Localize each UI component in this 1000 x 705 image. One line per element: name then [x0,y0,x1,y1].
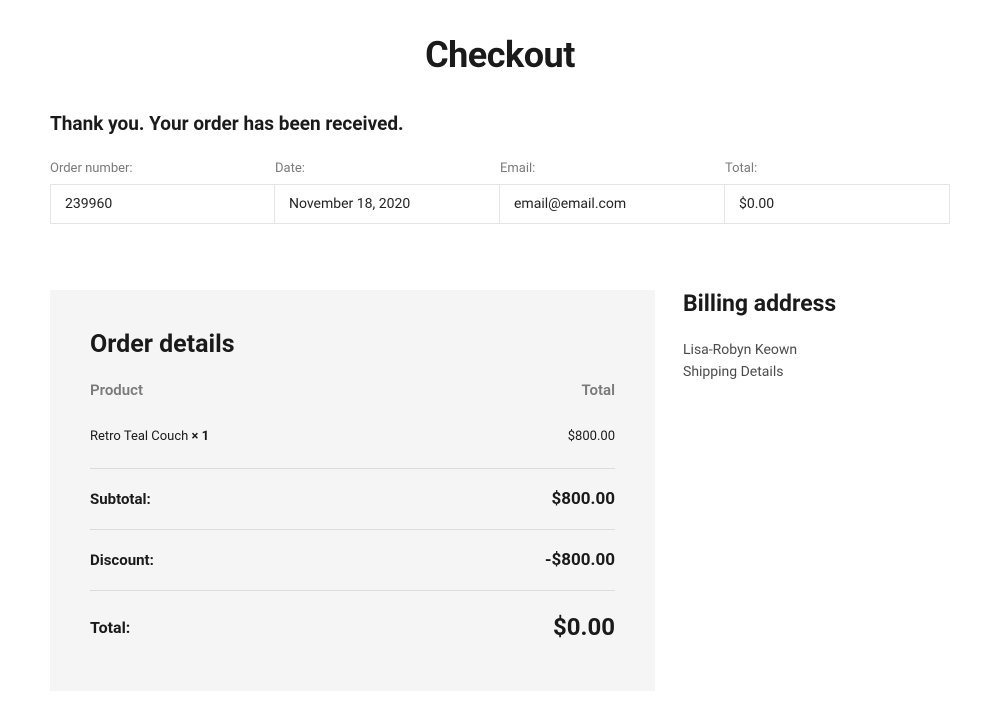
order-item-name: Retro Teal Couch × 1 [90,429,209,444]
discount-row: Discount: -$800.00 [90,530,615,591]
order-summary-row: Order number: 239960 Date: November 18, … [50,161,950,224]
total-value: $0.00 [553,613,615,641]
summary-order-number-value: 239960 [50,184,275,224]
total-row: Total: $0.00 [90,591,615,641]
order-item-name-text: Retro Teal Couch [90,429,188,444]
col-total: Total [581,381,615,399]
subtotal-label: Subtotal: [90,490,151,508]
summary-total: Total: $0.00 [725,161,950,224]
summary-total-value: $0.00 [725,184,950,224]
summary-date: Date: November 18, 2020 [275,161,500,224]
summary-order-number-label: Order number: [50,161,275,176]
subtotal-row: Subtotal: $800.00 [90,469,615,530]
billing-address-panel: Billing address Lisa-Robyn Keown Shippin… [683,290,950,691]
col-product: Product [90,381,143,399]
page-title: Checkout [50,0,950,112]
summary-email-label: Email: [500,161,725,176]
order-details-panel: Order details Product Total Retro Teal C… [50,290,655,691]
summary-email-value: email@email.com [500,184,725,224]
billing-name: Lisa-Robyn Keown [683,339,950,361]
total-label: Total: [90,618,130,637]
summary-date-value: November 18, 2020 [275,184,500,224]
order-details-columns: Product Total [90,381,615,399]
discount-value: -$800.00 [545,550,615,570]
order-item-total: $800.00 [568,429,615,444]
order-details-heading: Order details [90,330,615,359]
thank-you-message: Thank you. Your order has been received. [50,112,950,135]
summary-date-label: Date: [275,161,500,176]
order-item-row: Retro Teal Couch × 1 $800.00 [90,419,615,469]
order-item-qty: × 1 [192,429,210,444]
subtotal-value: $800.00 [552,489,615,509]
billing-line2: Shipping Details [683,361,950,383]
summary-total-label: Total: [725,161,950,176]
discount-label: Discount: [90,551,154,569]
summary-order-number: Order number: 239960 [50,161,275,224]
billing-heading: Billing address [683,290,950,317]
summary-email: Email: email@email.com [500,161,725,224]
